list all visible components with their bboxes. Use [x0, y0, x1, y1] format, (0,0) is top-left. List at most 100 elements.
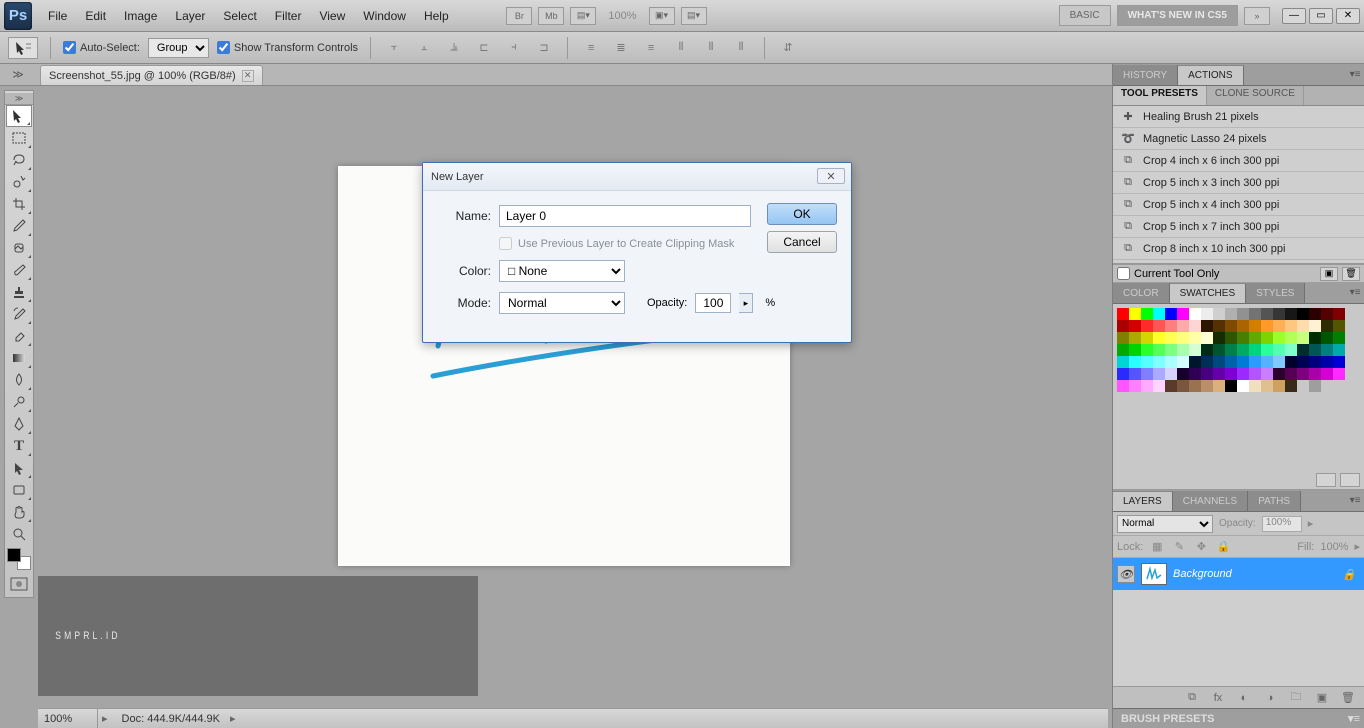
status-zoom[interactable]: 100%	[38, 709, 98, 728]
dodge-tool[interactable]	[6, 391, 32, 413]
swatch[interactable]	[1285, 344, 1297, 356]
swatch[interactable]	[1309, 368, 1321, 380]
distribute-top-icon[interactable]: ≡	[580, 37, 602, 59]
swatch[interactable]	[1177, 332, 1189, 344]
menu-help[interactable]: Help	[416, 5, 457, 27]
distribute-bottom-icon[interactable]: ≡	[640, 37, 662, 59]
cancel-button[interactable]: Cancel	[767, 231, 837, 253]
swatch[interactable]	[1129, 308, 1141, 320]
swatch[interactable]	[1117, 320, 1129, 332]
swatch[interactable]	[1273, 320, 1285, 332]
preset-item[interactable]: ⧉Crop 5 inch x 4 inch 300 ppi	[1113, 194, 1364, 216]
swatch[interactable]	[1225, 368, 1237, 380]
swatch[interactable]	[1201, 380, 1213, 392]
swatch[interactable]	[1141, 356, 1153, 368]
swatch[interactable]	[1141, 308, 1153, 320]
workspace-basic[interactable]: BASIC	[1059, 5, 1111, 26]
swatch[interactable]	[1153, 356, 1165, 368]
swatch[interactable]	[1117, 380, 1129, 392]
current-tool-icon[interactable]	[8, 37, 38, 59]
distribute-right-icon[interactable]: ⦀	[730, 37, 752, 59]
swatch[interactable]	[1309, 308, 1321, 320]
swatch[interactable]	[1225, 308, 1237, 320]
swatch[interactable]	[1261, 380, 1273, 392]
quick-select-tool[interactable]	[6, 171, 32, 193]
swatch[interactable]	[1285, 368, 1297, 380]
healing-brush-tool[interactable]	[6, 237, 32, 259]
swatch[interactable]	[1177, 380, 1189, 392]
swatch[interactable]	[1237, 308, 1249, 320]
swatch[interactable]	[1129, 344, 1141, 356]
swatch[interactable]	[1165, 368, 1177, 380]
eyedropper-tool[interactable]	[6, 215, 32, 237]
swatch[interactable]	[1273, 308, 1285, 320]
tab-tool-presets[interactable]: TOOL PRESETS	[1113, 86, 1207, 105]
swatch[interactable]	[1201, 344, 1213, 356]
marquee-tool[interactable]	[6, 127, 32, 149]
new-layer-icon[interactable]: ▣	[1312, 690, 1332, 706]
lock-position-icon[interactable]: ✥	[1193, 539, 1209, 555]
swatch[interactable]	[1153, 332, 1165, 344]
auto-select-checkbox[interactable]: Auto-Select:	[63, 41, 140, 54]
preset-item[interactable]: ➰Magnetic Lasso 24 pixels	[1113, 128, 1364, 150]
swatch[interactable]	[1261, 344, 1273, 356]
swatch[interactable]	[1201, 308, 1213, 320]
swatch[interactable]	[1141, 368, 1153, 380]
swatch[interactable]	[1213, 344, 1225, 356]
move-tool[interactable]	[6, 105, 32, 127]
layer-color-select[interactable]: □ None	[499, 260, 625, 282]
opacity-value[interactable]: 100%	[1262, 516, 1302, 532]
swatch[interactable]	[1117, 344, 1129, 356]
swatch[interactable]	[1237, 380, 1249, 392]
swatch[interactable]	[1129, 368, 1141, 380]
preset-item[interactable]: ⧉Crop 8 inch x 10 inch 300 ppi	[1113, 238, 1364, 260]
swatch[interactable]	[1273, 344, 1285, 356]
lock-all-icon[interactable]: 🔒	[1215, 539, 1231, 555]
hand-tool[interactable]	[6, 501, 32, 523]
link-layers-icon[interactable]: ⧉	[1182, 690, 1202, 706]
swatch[interactable]	[1165, 320, 1177, 332]
close-tab-icon[interactable]: ✕	[242, 70, 254, 82]
workspace-more-icon[interactable]: »	[1244, 7, 1270, 25]
align-right-icon[interactable]: ⊐	[533, 37, 555, 59]
brush-presets-panel[interactable]: BRUSH PRESETS ▾≡	[1113, 708, 1364, 728]
swatch[interactable]	[1237, 368, 1249, 380]
shape-tool[interactable]	[6, 479, 32, 501]
swatch[interactable]	[1117, 308, 1129, 320]
new-swatch-icon[interactable]	[1316, 473, 1336, 487]
swatch[interactable]	[1237, 344, 1249, 356]
toolbox-collapse-icon[interactable]: ≫	[5, 93, 33, 105]
swatch[interactable]	[1213, 356, 1225, 368]
layer-style-icon[interactable]: fx	[1208, 690, 1228, 706]
opacity-spinner[interactable]: ▸	[739, 293, 753, 313]
path-select-tool[interactable]	[6, 457, 32, 479]
swatch[interactable]	[1213, 380, 1225, 392]
tab-paths[interactable]: PATHS	[1248, 491, 1301, 511]
swatch[interactable]	[1249, 380, 1261, 392]
arrange-icon[interactable]: ▣▾	[649, 7, 675, 25]
type-tool[interactable]: T	[6, 435, 32, 457]
swatch[interactable]	[1309, 356, 1321, 368]
panel-menu-icon[interactable]: ▾≡	[1348, 712, 1360, 725]
swatch[interactable]	[1117, 356, 1129, 368]
swatch[interactable]	[1273, 332, 1285, 344]
window-close-button[interactable]: ✕	[1336, 8, 1360, 24]
menu-filter[interactable]: Filter	[267, 5, 310, 27]
align-bottom-icon[interactable]: ⫡	[443, 37, 465, 59]
ok-button[interactable]: OK	[767, 203, 837, 225]
stamp-tool[interactable]	[6, 281, 32, 303]
swatch[interactable]	[1249, 320, 1261, 332]
layer-name-input[interactable]	[499, 205, 751, 227]
foreground-background-colors[interactable]	[6, 547, 32, 571]
swatch[interactable]	[1177, 368, 1189, 380]
menu-file[interactable]: File	[40, 5, 75, 27]
zoom-tool[interactable]	[6, 523, 32, 545]
panel-menu-icon[interactable]: ▾≡	[1348, 493, 1362, 507]
menu-view[interactable]: View	[311, 5, 353, 27]
swatch[interactable]	[1177, 320, 1189, 332]
preset-item[interactable]: ✚Healing Brush 21 pixels	[1113, 106, 1364, 128]
swatch[interactable]	[1201, 320, 1213, 332]
layer-group-icon[interactable]: 🗀	[1286, 690, 1306, 706]
swatch[interactable]	[1165, 356, 1177, 368]
dialog-titlebar[interactable]: New Layer ✕	[423, 163, 851, 191]
